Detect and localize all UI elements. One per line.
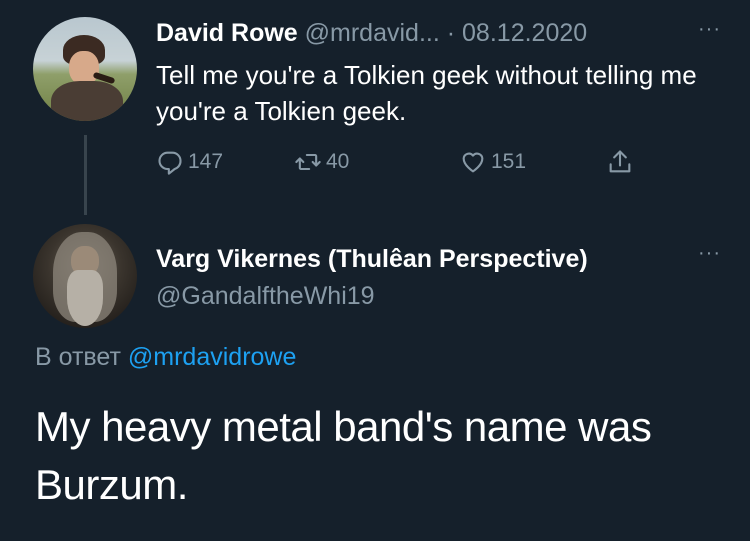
reply-count: 147	[188, 150, 224, 173]
avatar-varg-vikernes[interactable]	[33, 224, 137, 328]
author-name[interactable]: David Rowe	[156, 19, 298, 47]
avatar-coat	[51, 81, 123, 121]
reply-icon	[158, 151, 182, 175]
separator-dot: ·	[446, 19, 456, 47]
thread-connector-line	[84, 135, 87, 215]
reply-mention-link[interactable]: @mrdavidrowe	[128, 343, 296, 371]
tweet2-header: Varg Vikernes (Thulêan Perspective)	[156, 244, 588, 274]
like-count: 151	[491, 150, 527, 173]
reply-prefix: В ответ	[35, 343, 121, 371]
avatar-david-rowe[interactable]	[33, 17, 137, 121]
avatar-face	[69, 51, 99, 85]
more-options-icon[interactable]: ···	[698, 242, 721, 265]
tweet-text: Tell me you're a Tolkien geek without te…	[156, 60, 697, 126]
tweet-text: My heavy metal band's name was Burzum.	[35, 403, 652, 508]
reply-button[interactable]: 147	[156, 148, 223, 176]
author-handle[interactable]: @GandalftheWhi19	[156, 282, 375, 311]
like-button[interactable]: 151	[459, 148, 526, 176]
author-handle[interactable]: @mrdavid...	[305, 19, 440, 47]
author-name[interactable]: Varg Vikernes (Thulêan Perspective)	[156, 245, 588, 273]
reply-context: В ответ @mrdavidrowe	[35, 343, 296, 372]
retweet-count: 40	[326, 150, 350, 173]
share-icon	[609, 150, 631, 173]
share-button[interactable]	[606, 148, 634, 176]
tweet-date[interactable]: 08.12.2020	[462, 19, 587, 47]
more-options-icon[interactable]: ···	[698, 18, 721, 41]
retweet-button[interactable]: 40	[294, 148, 349, 176]
avatar-beard	[67, 270, 103, 326]
tweet1-header: David Rowe @mrdavid... · 08.12.2020	[156, 18, 587, 48]
retweet-icon	[295, 153, 321, 171]
like-icon	[462, 152, 484, 173]
